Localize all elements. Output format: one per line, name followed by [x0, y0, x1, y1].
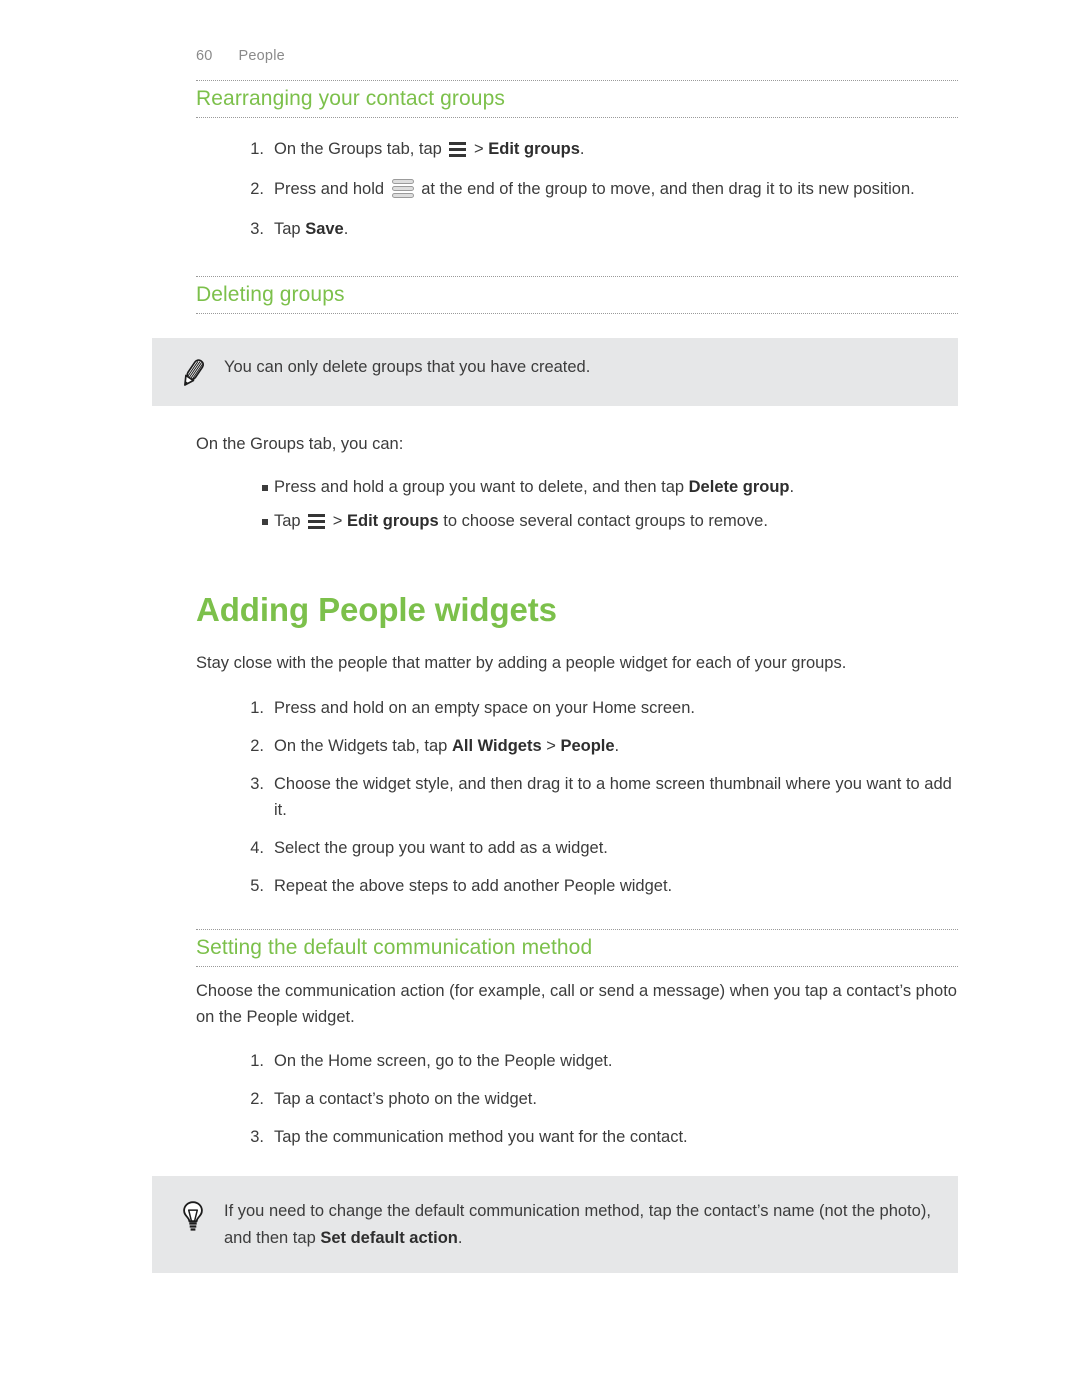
section-heading-default-communication: Setting the default communication method	[196, 929, 958, 968]
list-item: Press and hold a group you want to delet…	[196, 474, 966, 500]
bullet-marker-icon	[262, 518, 268, 525]
paragraph-adding-widgets-intro: Stay close with the people that matter b…	[196, 654, 847, 673]
lightbulb-icon	[170, 1198, 216, 1234]
step-text: Tap the communication method you want fo…	[274, 1128, 688, 1147]
step-text: Press and hold at the end of the group t…	[274, 178, 915, 199]
list-item: 3. Tap the communication method you want…	[196, 1124, 966, 1150]
list-item: 1. On the Groups tab, tap > Edit groups.	[196, 136, 966, 162]
page-content: Rearranging your contact groups 1. On th…	[152, 80, 958, 1274]
step-number: 3.	[250, 1128, 264, 1147]
step-text: Tap a contact’s photo on the widget.	[274, 1090, 537, 1109]
step-text: Tap Save.	[274, 220, 349, 238]
emphasis-text: Save	[305, 220, 344, 238]
step-text: Choose the widget style, and then drag i…	[274, 774, 952, 819]
list-item: 1. Press and hold on an empty space on y…	[196, 695, 966, 721]
step-number: 2.	[250, 1090, 264, 1109]
step-number: 2.	[250, 736, 264, 755]
list-item: 2. Press and hold at the end of the grou…	[196, 176, 966, 202]
step-number: 2.	[250, 179, 264, 198]
steps-default-comm: 1. On the Home screen, go to the People …	[196, 1048, 958, 1150]
step-text: Repeat the above steps to add another Pe…	[274, 877, 673, 896]
note-text: You can only delete groups that you have…	[224, 357, 591, 376]
step-number: 3.	[250, 774, 264, 793]
chapter-name: People	[238, 48, 285, 64]
list-item: 2. On the Widgets tab, tap All Widgets >…	[196, 733, 966, 759]
drag-handle-icon	[391, 178, 414, 199]
list-item: 1. On the Home screen, go to the People …	[196, 1048, 966, 1074]
emphasis-text: Delete group	[688, 477, 790, 496]
step-number: 1.	[250, 139, 264, 158]
step-number: 4.	[250, 839, 264, 858]
step-number: 5.	[250, 877, 264, 896]
emphasis-text: Edit groups	[347, 511, 439, 530]
pencil-icon	[170, 354, 216, 390]
step-number: 3.	[250, 220, 264, 238]
section-heading-rearranging: Rearranging your contact groups	[196, 80, 958, 118]
step-number: 1.	[250, 1052, 264, 1071]
step-number: 1.	[250, 698, 264, 717]
bullet-text: Tap > Edit groups to choose several cont…	[274, 511, 768, 530]
list-item: 2. Tap a contact’s photo on the widget.	[196, 1086, 966, 1112]
menu-icon	[308, 513, 326, 529]
step-text: Press and hold on an empty space on your…	[274, 698, 695, 717]
menu-icon	[449, 141, 467, 157]
emphasis-text: People	[560, 736, 615, 755]
bullet-text: Press and hold a group you want to delet…	[274, 477, 795, 496]
list-item: 3. Choose the widget style, and then dra…	[196, 771, 966, 823]
steps-adding-widgets: 1. Press and hold on an empty space on y…	[196, 695, 958, 899]
paragraph-groups-tab-intro: On the Groups tab, you can:	[196, 434, 404, 453]
step-text: On the Home screen, go to the People wid…	[274, 1052, 613, 1071]
paragraph-default-comm-intro: Choose the communication action (for exa…	[196, 982, 957, 1026]
bullets-deleting: Press and hold a group you want to delet…	[196, 474, 958, 534]
step-text: On the Widgets tab, tap All Widgets > Pe…	[274, 736, 620, 755]
section-heading-deleting: Deleting groups	[196, 276, 958, 314]
note-callout: You can only delete groups that you have…	[152, 337, 958, 406]
steps-rearranging: 1. On the Groups tab, tap > Edit groups.…	[196, 136, 958, 242]
chapter-heading-adding-people-widgets: Adding People widgets	[196, 590, 557, 628]
page-number: 60	[196, 48, 213, 64]
tip-callout: If you need to change the default commun…	[152, 1176, 958, 1274]
list-item: 5. Repeat the above steps to add another…	[196, 873, 966, 899]
emphasis-text: Set default action	[320, 1228, 458, 1247]
step-text: On the Groups tab, tap > Edit groups.	[274, 139, 585, 158]
step-text: Select the group you want to add as a wi…	[274, 839, 608, 858]
running-header: 60 People	[196, 48, 285, 64]
document-page: 60 People Rearranging your contact groups…	[0, 0, 1080, 1397]
list-item: 4. Select the group you want to add as a…	[196, 835, 966, 861]
list-item: Tap > Edit groups to choose several cont…	[196, 508, 966, 534]
list-item: 3. Tap Save.	[196, 216, 966, 242]
tip-text: If you need to change the default commun…	[224, 1202, 931, 1247]
emphasis-text: All Widgets	[451, 736, 542, 755]
emphasis-text: Edit groups	[488, 139, 580, 158]
bullet-marker-icon	[262, 484, 268, 491]
